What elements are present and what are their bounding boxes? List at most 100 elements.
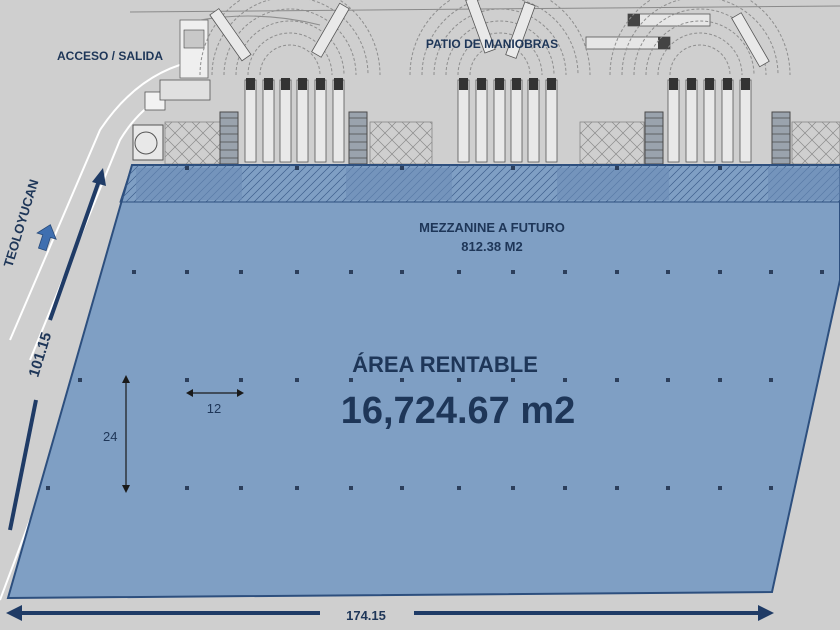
mezzanine-block	[557, 168, 669, 200]
column	[295, 166, 299, 170]
column	[185, 270, 189, 274]
column	[457, 486, 461, 490]
truck-icon	[585, 36, 671, 50]
dock-door-icon	[348, 111, 368, 165]
column	[239, 378, 243, 382]
column	[615, 486, 619, 490]
column	[239, 270, 243, 274]
column	[563, 378, 567, 382]
truck-cab-icon	[723, 78, 732, 90]
truck-cab-icon	[281, 78, 290, 90]
column	[295, 378, 299, 382]
mezzanine-block	[136, 168, 242, 200]
truck-cab-icon	[669, 78, 678, 90]
truck-icon	[685, 79, 698, 163]
column	[46, 486, 50, 490]
rack	[164, 121, 224, 165]
truck-icon	[296, 79, 309, 163]
column	[349, 486, 353, 490]
bay-width-label: 12	[207, 401, 221, 416]
column	[718, 486, 722, 490]
site-plan-drawing: 101.15 TEOLOYUCAN 174.15 12 24 ACCESO / …	[0, 0, 840, 630]
mezzanine-block	[768, 168, 840, 200]
truck-cab-icon	[547, 78, 556, 90]
column	[185, 486, 189, 490]
truck-cab-icon	[298, 78, 307, 90]
column	[349, 270, 353, 274]
column	[563, 270, 567, 274]
truck-icon	[457, 79, 470, 163]
truck-icon	[667, 79, 680, 163]
truck-icon	[332, 79, 345, 163]
column	[349, 378, 353, 382]
truck-cab-icon	[316, 78, 325, 90]
column	[295, 270, 299, 274]
column	[511, 270, 515, 274]
truck-cab-icon	[687, 78, 696, 90]
column	[239, 486, 243, 490]
bay-depth-label: 24	[103, 429, 117, 444]
truck-icon	[244, 79, 257, 163]
column	[769, 486, 773, 490]
column	[615, 378, 619, 382]
dimension-bottom-label: 174.15	[346, 608, 386, 623]
rentable-area: 16,724.67 m2	[341, 390, 576, 432]
truck-icon	[627, 13, 711, 27]
column	[615, 270, 619, 274]
yard-label: PATIO DE MANIOBRAS	[426, 37, 558, 51]
column	[511, 166, 515, 170]
truck-icon	[703, 79, 716, 163]
truck-icon	[739, 79, 752, 163]
column	[769, 270, 773, 274]
column	[185, 378, 189, 382]
mezzanine-area: 812.38 M2	[461, 239, 522, 254]
column	[295, 486, 299, 490]
truck-icon	[262, 79, 275, 163]
truck-cab-icon	[741, 78, 750, 90]
column	[511, 378, 515, 382]
dock-door-icon	[644, 111, 664, 165]
rentable-title: ÁREA RENTABLE	[352, 352, 538, 377]
column	[400, 270, 404, 274]
column	[400, 378, 404, 382]
truck-icon	[527, 79, 540, 163]
column	[457, 270, 461, 274]
rack	[579, 121, 645, 165]
truck-cab-icon	[705, 78, 714, 90]
truck-icon	[475, 79, 488, 163]
truck-cab-icon	[495, 78, 504, 90]
truck-cab-icon	[246, 78, 255, 90]
mezzanine-block	[346, 168, 452, 200]
truck-cab-icon	[459, 78, 468, 90]
truck-cab-icon	[334, 78, 343, 90]
dock-door-icon	[771, 111, 791, 165]
column	[666, 486, 670, 490]
truck-icon	[510, 79, 523, 163]
mezzanine-title: MEZZANINE A FUTURO	[419, 220, 565, 235]
truck-icon	[721, 79, 734, 163]
column	[820, 270, 824, 274]
truck-icon	[279, 79, 292, 163]
column	[666, 270, 670, 274]
access-label: ACCESO / SALIDA	[57, 49, 163, 63]
truck-cab-icon	[512, 78, 521, 90]
column	[400, 486, 404, 490]
truck-icon	[493, 79, 506, 163]
column	[132, 270, 136, 274]
column	[78, 378, 82, 382]
rack	[369, 121, 433, 165]
column	[185, 166, 189, 170]
column	[718, 166, 722, 170]
truck-cab-icon	[529, 78, 538, 90]
column	[666, 378, 670, 382]
site-plan: 101.15 TEOLOYUCAN 174.15 12 24 ACCESO / …	[0, 0, 840, 630]
column	[615, 166, 619, 170]
column	[769, 378, 773, 382]
column	[457, 378, 461, 382]
column	[511, 486, 515, 490]
column	[718, 378, 722, 382]
truck-cab-icon	[264, 78, 273, 90]
truck-cab-icon	[477, 78, 486, 90]
column	[563, 486, 567, 490]
truck-icon	[545, 79, 558, 163]
